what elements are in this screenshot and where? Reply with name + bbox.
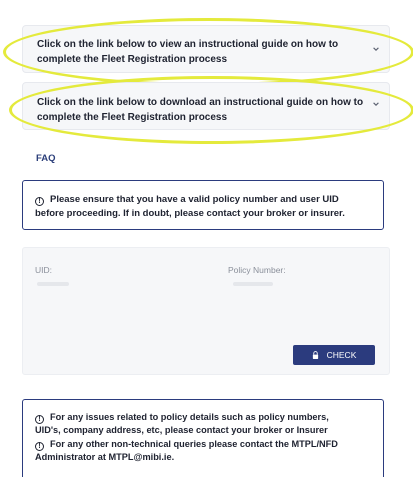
- lock-icon: [312, 351, 318, 359]
- accordion-view-guide-text: Click on the link below to view an instr…: [37, 39, 339, 65]
- policy-number-field[interactable]: [233, 282, 273, 286]
- accordion-download-guide-text: Click on the link below to download an i…: [37, 97, 364, 123]
- uid-field[interactable]: [37, 282, 69, 286]
- policy-number-label: Policy Number:: [228, 265, 286, 275]
- check-button-label: CHECK: [326, 350, 357, 360]
- info-icon: !: [35, 442, 44, 451]
- policy-notice: ! Please ensure that you have a valid pol…: [22, 180, 384, 230]
- policy-notice-line-1: ! Please ensure that you have a valid pol…: [35, 194, 339, 206]
- help-notice-line-1: ! For any issues related to policy detail…: [35, 412, 329, 424]
- uid-label: UID:: [35, 265, 52, 275]
- lookup-form: UID: Policy Number: CHECK: [22, 247, 390, 375]
- help-notice-line-2: UID's, company address, etc, please cont…: [35, 425, 328, 435]
- chevron-down-icon[interactable]: [372, 100, 380, 108]
- help-notice-line-4: Administrator at MTPL@mibi.ie.: [35, 452, 175, 462]
- check-button[interactable]: CHECK: [293, 345, 375, 365]
- accordion-view-guide[interactable]: Click on the link below to view an instr…: [22, 25, 390, 73]
- faq-link[interactable]: FAQ: [36, 153, 56, 164]
- info-icon: !: [35, 197, 44, 206]
- chevron-down-icon[interactable]: [372, 45, 380, 53]
- help-notice: ! For any issues related to policy detail…: [22, 399, 384, 477]
- info-icon: !: [35, 415, 44, 424]
- accordion-download-guide[interactable]: Click on the link below to download an i…: [22, 82, 390, 130]
- policy-notice-line-2: before proceeding. If in doubt, please c…: [35, 208, 345, 219]
- help-notice-line-3: ! For any other non-technical queries ple…: [35, 439, 338, 451]
